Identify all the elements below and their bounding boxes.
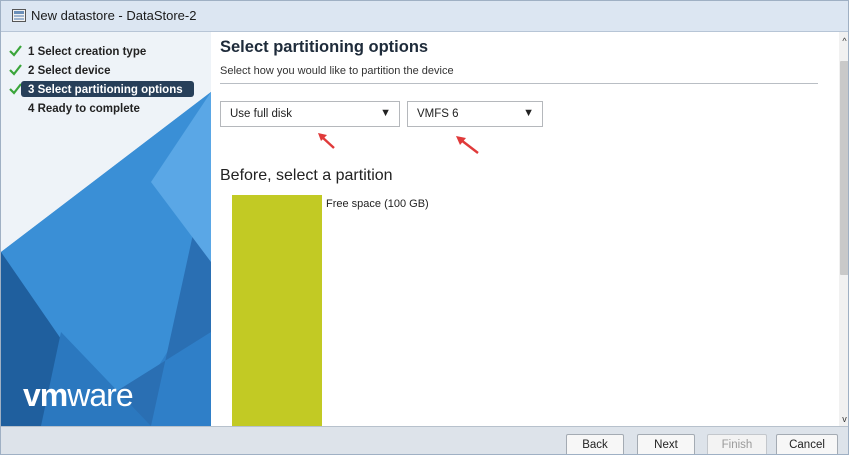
page-subtitle: Select how you would like to partition t… bbox=[220, 65, 454, 77]
vertical-scrollbar[interactable]: ^ v bbox=[839, 32, 848, 426]
wizard-content: Select partitioning options Select how y… bbox=[211, 32, 839, 426]
partition-scheme-select[interactable]: Use full disk ▼ bbox=[220, 101, 400, 127]
step-label: 2 Select device bbox=[28, 64, 111, 77]
new-datastore-window: New datastore - DataStore-2 1 Select cre… bbox=[0, 0, 849, 455]
checkmark-icon bbox=[9, 64, 22, 76]
scroll-thumb[interactable] bbox=[840, 61, 848, 275]
vmfs-version-value: VMFS 6 bbox=[417, 108, 459, 120]
annotation-arrow-icon bbox=[456, 136, 479, 154]
step-select-partitioning-options[interactable]: 3 Select partitioning options bbox=[1, 80, 211, 99]
partition-scheme-value: Use full disk bbox=[230, 108, 292, 120]
title-bar: New datastore - DataStore-2 bbox=[1, 1, 848, 32]
wizard-steps: 1 Select creation type 2 Select device 3… bbox=[1, 42, 211, 118]
step-label: 1 Select creation type bbox=[28, 45, 147, 58]
step-ready-to-complete[interactable]: 4 Ready to complete bbox=[1, 99, 211, 118]
page-title: Select partitioning options bbox=[220, 38, 429, 56]
annotation-arrow-icon bbox=[318, 133, 335, 149]
step-label: 3 Select partitioning options bbox=[28, 83, 183, 96]
next-button[interactable]: Next bbox=[637, 434, 695, 454]
cancel-button[interactable]: Cancel bbox=[776, 434, 838, 454]
scroll-down-icon[interactable]: v bbox=[839, 414, 848, 424]
wizard-sidebar: 1 Select creation type 2 Select device 3… bbox=[1, 32, 211, 426]
back-button[interactable]: Back bbox=[566, 434, 624, 454]
vmfs-version-select[interactable]: VMFS 6 ▼ bbox=[407, 101, 543, 127]
caret-down-icon: ▼ bbox=[380, 107, 391, 119]
checkmark-icon bbox=[9, 45, 22, 57]
partition-block-free-space[interactable] bbox=[232, 195, 322, 426]
partition-label: Free space (100 GB) bbox=[326, 198, 429, 210]
vmware-logo: vmware bbox=[23, 377, 134, 413]
datastore-icon bbox=[12, 9, 26, 22]
scroll-up-icon[interactable]: ^ bbox=[839, 36, 848, 46]
section-title: Before, select a partition bbox=[220, 167, 393, 184]
step-select-creation-type[interactable]: 1 Select creation type bbox=[1, 42, 211, 61]
wizard-footer: Back Next Finish Cancel bbox=[1, 426, 848, 454]
finish-button[interactable]: Finish bbox=[707, 434, 767, 454]
step-select-device[interactable]: 2 Select device bbox=[1, 61, 211, 80]
caret-down-icon: ▼ bbox=[523, 107, 534, 119]
step-label: 4 Ready to complete bbox=[28, 102, 140, 115]
window-title: New datastore - DataStore-2 bbox=[31, 8, 197, 23]
divider bbox=[220, 83, 818, 84]
